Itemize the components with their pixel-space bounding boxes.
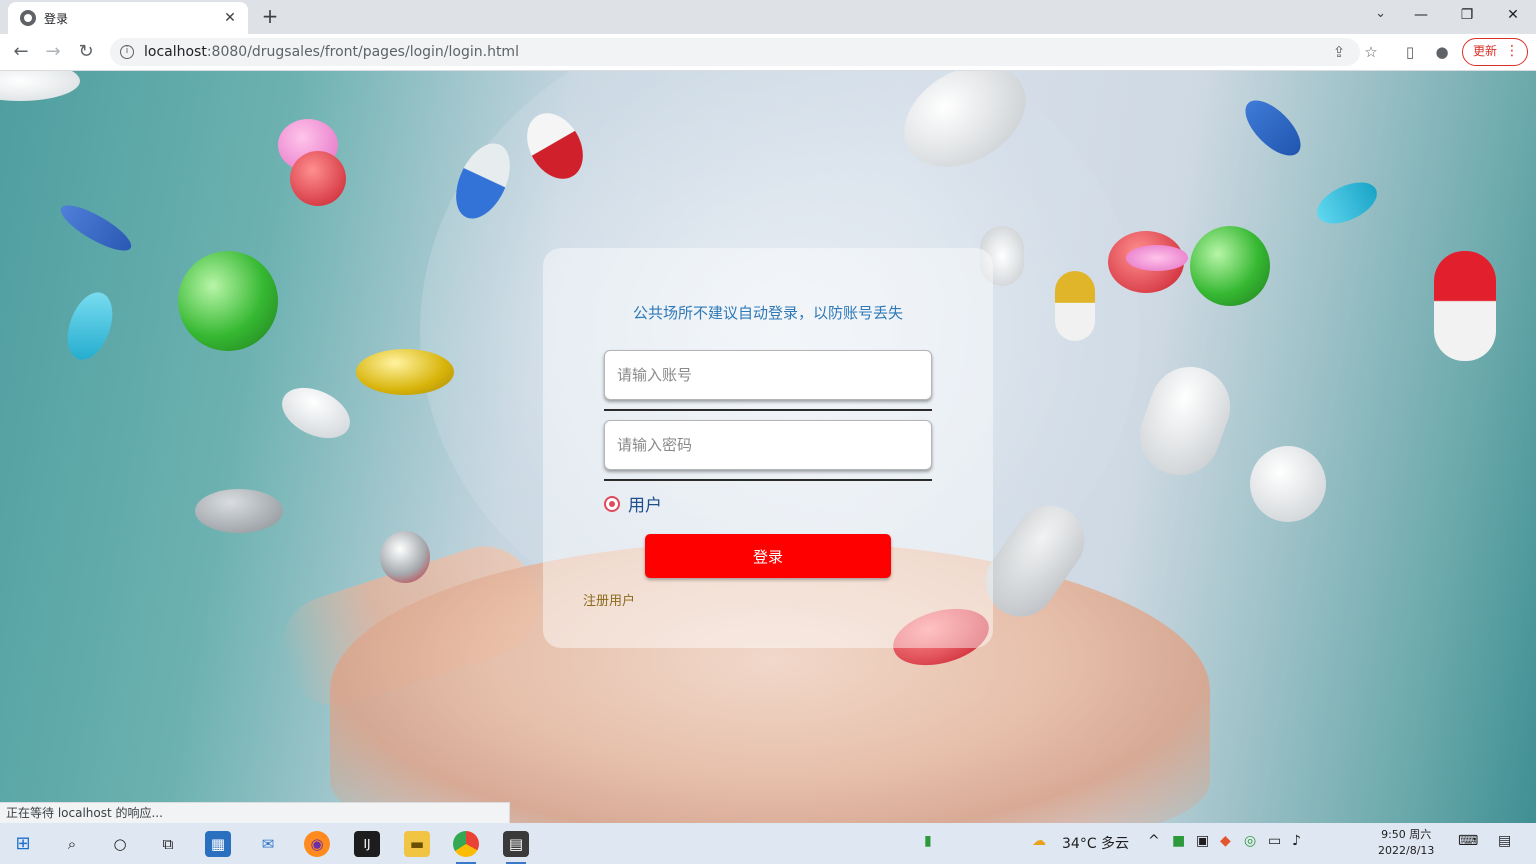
window-close-icon[interactable]: ✕ — [1490, 0, 1536, 32]
account-underline — [604, 409, 932, 411]
battery-icon[interactable]: ▮ — [924, 833, 932, 849]
yellow-pill-icon — [356, 349, 454, 395]
volume-icon[interactable]: ♪ — [1292, 833, 1301, 849]
tab-search-chevron-icon[interactable]: ⌄ — [1375, 6, 1386, 21]
login-card: 公共场所不建议自动登录，以防账号丢失 用户 登录 注册用户 — [543, 248, 993, 648]
app-window-icon[interactable]: ▤ — [503, 831, 529, 864]
password-input[interactable] — [604, 420, 932, 470]
role-radio-group: 用户 — [604, 491, 662, 516]
qq-icon[interactable]: ◆ — [1220, 833, 1231, 849]
address-bar[interactable]: i localhost:8080/drugsales/front/pages/l… — [110, 38, 1360, 66]
pink-pill-icon — [1126, 245, 1188, 271]
red-pill-icon — [290, 151, 346, 206]
notification-icon[interactable]: ▤ — [1498, 833, 1511, 849]
tray-sync-icon[interactable]: ◎ — [1244, 833, 1256, 849]
blue-capsule-icon — [55, 197, 137, 259]
page-viewport: 公共场所不建议自动登录，以防账号丢失 用户 登录 注册用户 — [0, 71, 1536, 823]
mail-icon[interactable]: ✉ — [255, 831, 281, 857]
white-pill-icon — [1128, 355, 1242, 487]
password-underline — [604, 479, 932, 481]
share-icon[interactable]: ⇪ — [1329, 42, 1349, 62]
green-pill-icon — [1190, 226, 1270, 306]
role-user-radio[interactable] — [604, 495, 620, 512]
role-user-label[interactable]: 用户 — [628, 491, 662, 516]
white-pill-icon — [1250, 446, 1326, 522]
tray-app-icon[interactable]: ■ — [1172, 833, 1185, 849]
menu-kebab-icon: ⋮ — [1505, 43, 1519, 59]
new-tab-button[interactable]: + — [258, 5, 282, 29]
search-icon[interactable]: ⌕ — [59, 831, 85, 857]
cyan-pill-icon — [1310, 174, 1384, 232]
browser-tab[interactable]: 登录 ✕ — [8, 2, 248, 34]
white-pill-icon — [0, 71, 80, 101]
intellij-icon[interactable]: IJ — [354, 831, 380, 857]
register-link[interactable]: 注册用户 — [583, 590, 635, 609]
input-method-icon[interactable]: ⌨ — [1458, 833, 1478, 849]
tab-title: 登录 — [44, 11, 69, 26]
chrome-icon[interactable] — [453, 831, 479, 864]
minimize-icon[interactable]: — — [1398, 0, 1444, 32]
grey-pill-icon — [195, 489, 283, 533]
update-button[interactable]: 更新 ⋮ — [1462, 38, 1528, 66]
clock-time: 9:50 周六 — [1381, 828, 1432, 841]
back-arrow-icon[interactable]: ← — [8, 40, 34, 66]
close-tab-icon[interactable]: ✕ — [222, 10, 238, 26]
green-pill-icon — [178, 251, 278, 351]
account-input[interactable] — [604, 350, 932, 400]
windows-taskbar: ⊞ ⌕ ○ ⧉ ▦ ✉ ◉ IJ ▬ ▤ ▮ ☁ 34°C 多云 ^ ■ ▣ ◆… — [0, 823, 1536, 864]
browser-toolbar: ← → ↻ i localhost:8080/drugsales/front/p… — [0, 34, 1536, 71]
capsule-icon — [380, 531, 430, 583]
file-explorer-icon[interactable]: ▬ — [404, 831, 430, 857]
login-button[interactable]: 登录 — [645, 534, 891, 578]
system-clock[interactable]: 9:50 周六 2022/8/13 — [1378, 827, 1434, 859]
globe-icon — [20, 10, 36, 26]
url-text[interactable]: localhost:8080/drugsales/front/pages/log… — [144, 44, 519, 60]
blue-capsule-icon — [1236, 91, 1310, 165]
window-controls: — ❐ ✕ — [1398, 0, 1536, 32]
yellow-capsule-icon — [1055, 271, 1095, 341]
weather-cloud-icon[interactable]: ☁ — [1032, 833, 1046, 849]
browser-status-bar: 正在等待 localhost 的响应... — [0, 802, 510, 823]
profile-avatar-icon[interactable]: ● — [1432, 42, 1452, 62]
side-panel-icon[interactable]: ▯ — [1400, 42, 1420, 62]
restore-icon[interactable]: ❐ — [1444, 0, 1490, 32]
browser-tab-strip: 登录 ✕ + ⌄ — ❐ ✕ — [0, 0, 1536, 34]
forward-arrow-icon[interactable]: → — [40, 40, 66, 66]
red-capsule-icon — [1434, 251, 1496, 361]
security-tip: 公共场所不建议自动登录，以防账号丢失 — [632, 304, 903, 322]
cyan-pill-icon — [59, 286, 121, 366]
white-pill-icon — [274, 377, 358, 449]
reload-icon[interactable]: ↻ — [73, 40, 99, 66]
clock-date: 2022/8/13 — [1378, 844, 1435, 857]
tray-display-icon[interactable]: ▣ — [1196, 833, 1209, 849]
windows-start-icon[interactable]: ⊞ — [10, 831, 36, 857]
bookmark-star-icon[interactable]: ☆ — [1361, 42, 1381, 62]
battery-tray-icon[interactable]: ▭ — [1268, 833, 1281, 849]
task-view-icon[interactable]: ⧉ — [155, 831, 181, 857]
tray-expand-icon[interactable]: ^ — [1148, 833, 1160, 849]
weather-text[interactable]: 34°C 多云 — [1062, 833, 1129, 853]
site-info-icon[interactable]: i — [120, 45, 134, 59]
store-icon[interactable]: ▦ — [205, 831, 231, 857]
cortana-icon[interactable]: ○ — [107, 831, 133, 857]
firefox-icon[interactable]: ◉ — [304, 831, 330, 857]
